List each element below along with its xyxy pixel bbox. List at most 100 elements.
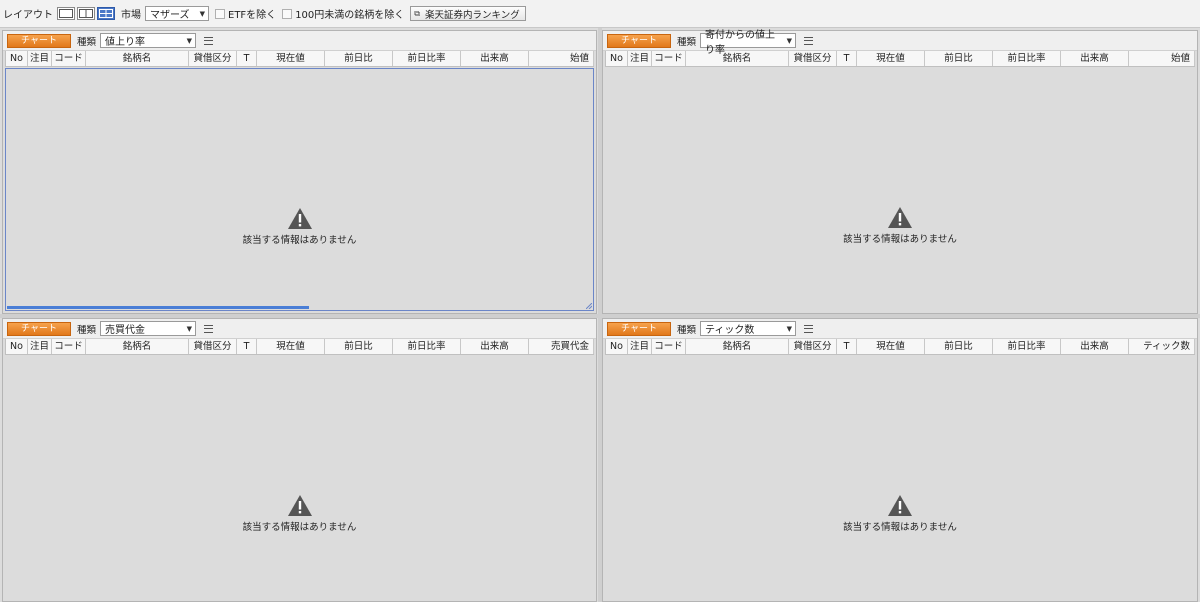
hamburger-menu-icon[interactable] <box>804 36 814 45</box>
chart-button[interactable]: チャート <box>7 321 71 336</box>
column-header[interactable]: 貸借区分 <box>789 51 837 66</box>
kind-label: 種類 <box>677 324 697 336</box>
panel-header: チャート 種類 寄付からの値上り率 ▼ <box>603 30 1197 56</box>
chevron-down-icon: ▼ <box>786 324 793 333</box>
empty-state: 該当する情報はありません <box>5 494 594 533</box>
column-header[interactable]: 注目 <box>28 51 52 66</box>
column-header[interactable]: コード <box>52 339 86 354</box>
column-header[interactable]: No <box>6 51 28 66</box>
column-header[interactable]: 前日比 <box>925 51 993 66</box>
column-header[interactable]: コード <box>652 339 686 354</box>
kind-select[interactable]: ティック数 ▼ <box>700 321 797 336</box>
column-header[interactable]: コード <box>652 51 686 66</box>
chart-button[interactable]: チャート <box>607 321 671 336</box>
hamburger-menu-icon[interactable] <box>204 324 214 333</box>
column-header[interactable]: ティック数 <box>1129 339 1195 354</box>
column-header[interactable]: 出来高 <box>461 339 529 354</box>
column-header[interactable]: T <box>837 339 857 354</box>
exclude-under100-label: 100円未満の銘柄を除く <box>295 10 405 21</box>
grid-header: No 注目 コード 銘柄名 貸借区分 T 現在値 前日比 前日比率 出来高 売買代金 <box>5 339 594 355</box>
column-header[interactable]: 貸借区分 <box>189 339 237 354</box>
column-header[interactable]: コード <box>52 51 86 66</box>
empty-message: 該当する情報はありません <box>242 522 357 533</box>
panel-header: チャート 種類 値上り率 ▼ <box>3 31 596 51</box>
column-header[interactable]: 注目 <box>628 339 652 354</box>
ranking-panel-top-left: チャート 種類 値上り率 ▼ No 注目 コード 銘柄名 貸借区分 T 現在値 前日比 前日比率 出来高始… <box>2 30 597 314</box>
kind-select[interactable]: 売買代金 ▼ <box>100 321 197 336</box>
column-header[interactable]: 銘柄名 <box>686 51 789 66</box>
column-header[interactable]: 始値 <box>1129 51 1195 66</box>
column-header[interactable]: 銘柄名 <box>86 51 189 66</box>
column-header[interactable]: 貸借区分 <box>789 339 837 354</box>
market-label: 市場 <box>121 10 141 21</box>
hamburger-menu-icon[interactable] <box>804 324 814 333</box>
column-header[interactable]: 注目 <box>628 51 652 66</box>
column-header[interactable]: T <box>237 339 257 354</box>
ranking-button[interactable]: ⧉ 楽天証券内ランキング <box>410 6 526 21</box>
warning-icon <box>888 495 912 516</box>
kind-label: 種類 <box>77 324 97 336</box>
horizontal-scrollbar-thumb[interactable] <box>7 306 309 309</box>
ranking-panel-top-right: チャート 種類 寄付からの値上り率 ▼ No 注目 コード 銘柄名 貸借区分 T 現在値 前日比 前日比… <box>602 30 1198 314</box>
column-header[interactable]: 現在値 <box>257 339 325 354</box>
grid-body[interactable]: 該当する情報はありません <box>605 356 1195 599</box>
grid-header: No 注目 コード 銘柄名 貸借区分 T 現在値 前日比 前日比率 出来高 始値 <box>5 51 594 67</box>
grid-body[interactable]: 該当する情報はありません <box>605 68 1195 311</box>
column-header[interactable]: 出来高 <box>1061 339 1129 354</box>
market-select[interactable]: マザーズ ▼ <box>145 6 209 21</box>
column-header[interactable]: 前日比率 <box>393 339 461 354</box>
empty-state: 該当する情報はありません <box>6 207 593 246</box>
chevron-down-icon: ▼ <box>786 36 793 45</box>
exclude-etf-label: ETFを除く <box>228 10 277 21</box>
exclude-under100-checkbox[interactable] <box>282 8 293 19</box>
column-header[interactable]: 前日比 <box>325 339 393 354</box>
layout-label: レイアウト <box>3 10 53 21</box>
column-header[interactable]: 前日比率 <box>993 51 1061 66</box>
kind-label: 種類 <box>677 36 697 48</box>
warning-icon <box>888 207 912 228</box>
hamburger-menu-icon[interactable] <box>204 36 214 45</box>
chevron-down-icon: ▼ <box>186 324 193 333</box>
external-link-icon: ⧉ <box>414 8 420 18</box>
layout-single-button[interactable] <box>57 7 75 20</box>
empty-message: 該当する情報はありません <box>242 235 357 246</box>
column-header[interactable]: No <box>606 339 628 354</box>
column-header[interactable]: T <box>837 51 857 66</box>
layout-two-column-button[interactable] <box>77 7 95 20</box>
column-header[interactable]: 現在値 <box>857 51 925 66</box>
chart-button[interactable]: チャート <box>7 33 71 48</box>
warning-icon <box>287 208 312 229</box>
resize-grip-icon[interactable] <box>586 303 592 309</box>
column-header[interactable]: 注目 <box>28 339 52 354</box>
warning-icon <box>287 495 312 516</box>
column-header[interactable]: 出来高 <box>1061 51 1129 66</box>
ranking-panel-bottom-left: チャート 種類 売買代金 ▼ No 注目 コード 銘柄名 貸借区分 T 現在値 前日比 前日比率 出来高売… <box>2 318 597 602</box>
column-header[interactable]: 始値 <box>529 51 594 66</box>
column-header[interactable]: 売買代金 <box>529 339 594 354</box>
column-header[interactable]: T <box>237 51 257 66</box>
kind-select[interactable]: 値上り率 ▼ <box>100 33 197 48</box>
column-header[interactable]: 前日比率 <box>993 339 1061 354</box>
column-header[interactable]: No <box>6 339 28 354</box>
grid-body[interactable]: 該当する情報はありません <box>5 68 594 311</box>
column-header[interactable]: 出来高 <box>461 51 529 66</box>
column-header[interactable]: 前日比 <box>325 51 393 66</box>
chart-button[interactable]: チャート <box>607 33 671 48</box>
layout-grid-button[interactable] <box>97 7 115 20</box>
exclude-etf-checkbox[interactable] <box>215 8 225 19</box>
kind-select-value: 値上り率 <box>105 37 146 48</box>
column-header[interactable]: 貸借区分 <box>189 51 237 66</box>
kind-select[interactable]: 寄付からの値上り率 ▼ <box>700 30 797 56</box>
panel-header: チャート 種類 ティック数 ▼ <box>603 319 1197 339</box>
empty-state: 該当する情報はありません <box>605 206 1195 245</box>
column-header[interactable]: 前日比 <box>925 339 993 354</box>
column-header[interactable]: 現在値 <box>857 339 925 354</box>
ranking-panel-bottom-right: チャート 種類 ティック数 ▼ No 注目 コード 銘柄名 貸借区分 T 現在値 前日比 前日比率 出来高… <box>602 318 1198 602</box>
column-header[interactable]: 前日比率 <box>393 51 461 66</box>
grid-header: No 注目 コード 銘柄名 貸借区分 T 現在値 前日比 前日比率 出来高 ティック数 <box>605 339 1195 355</box>
column-header[interactable]: No <box>606 51 628 66</box>
column-header[interactable]: 現在値 <box>257 51 325 66</box>
column-header[interactable]: 銘柄名 <box>86 339 189 354</box>
grid-body[interactable]: 該当する情報はありません <box>5 356 594 599</box>
column-header[interactable]: 銘柄名 <box>686 339 789 354</box>
